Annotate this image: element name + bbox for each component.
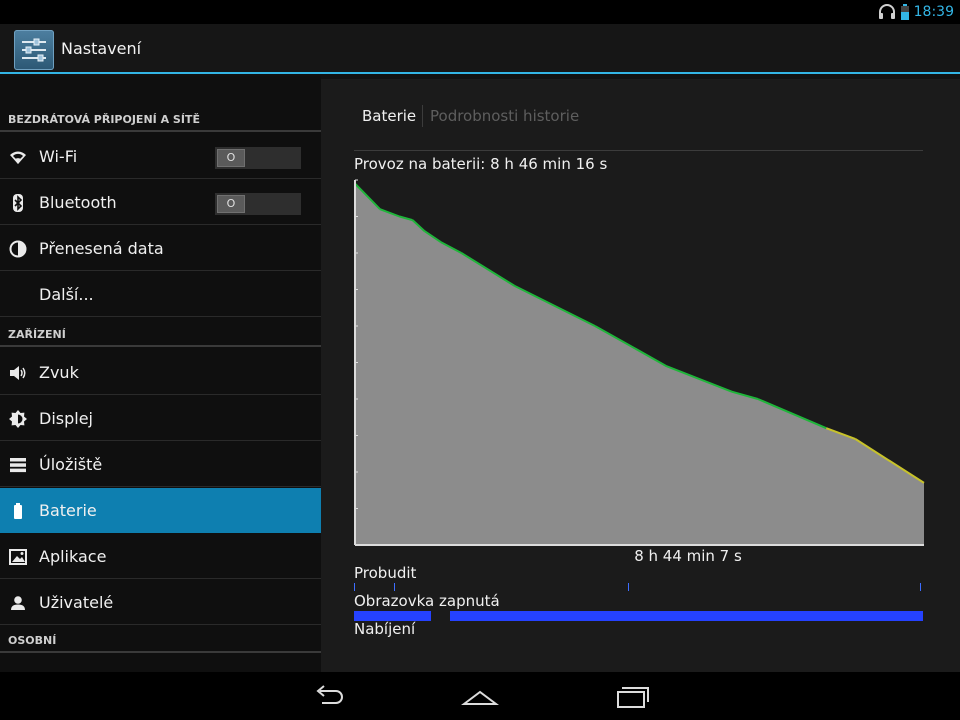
toggle-knob: O [217, 149, 245, 167]
action-bar: Nastavení [0, 24, 960, 74]
sidebar-item-label: Aplikace [39, 547, 107, 566]
sidebar-item-users[interactable]: Uživatelé [0, 580, 321, 625]
battery-chart [354, 179, 925, 546]
sidebar-item-label: Uživatelé [39, 593, 114, 612]
navigation-bar [0, 672, 960, 720]
sidebar-item-label: Displej [39, 409, 93, 428]
section-header-device: ZAŘÍZENÍ [0, 323, 321, 347]
awake-label: Probudit [354, 564, 417, 582]
home-icon[interactable] [460, 682, 500, 710]
page-title[interactable]: Nastavení [61, 24, 141, 74]
battery-summary: Provoz na baterii: 8 h 46 min 16 s [354, 155, 608, 173]
sidebar-item-label: Přenesená data [39, 239, 164, 258]
charging-label: Nabíjení [354, 620, 416, 638]
settings-sidebar: BEZDRÁTOVÁ PŘIPOJENÍ A SÍTĚ Wi-Fi O Blue… [0, 76, 321, 672]
sidebar-item-label: Zvuk [39, 363, 79, 382]
battery-level-area [355, 183, 924, 545]
speaker-icon [10, 366, 26, 380]
wifi-toggle[interactable]: O [215, 147, 301, 169]
recent-apps-icon[interactable] [612, 682, 652, 710]
screen-on-label: Obrazovka zapnutá [354, 592, 500, 610]
apps-icon [9, 549, 27, 565]
data-usage-icon [9, 240, 27, 258]
sidebar-item-data-usage[interactable]: Přenesená data [0, 226, 321, 271]
awake-tick [627, 583, 629, 591]
awake-tick [919, 583, 921, 591]
sidebar-item-label: Další... [39, 285, 94, 304]
sidebar-item-wifi[interactable]: Wi-Fi O [0, 134, 321, 179]
sidebar-item-next[interactable] [0, 656, 321, 672]
screen-on-lane [354, 611, 923, 621]
sidebar-item-sound[interactable]: Zvuk [0, 350, 321, 395]
chart-duration-label: 8 h 44 min 7 s [634, 547, 742, 565]
battery-icon [900, 4, 909, 20]
storage-icon [10, 458, 26, 473]
user-icon [11, 596, 25, 610]
sidebar-item-label: Úložiště [39, 455, 103, 474]
sidebar-item-apps[interactable]: Aplikace [0, 534, 321, 579]
battery-icon [14, 503, 22, 519]
sidebar-item-bluetooth[interactable]: Bluetooth O [0, 180, 321, 225]
bluetooth-icon [13, 194, 23, 212]
tab-divider [354, 150, 923, 151]
tab-history-details[interactable]: Podrobnosti historie [430, 107, 579, 125]
status-icons: 18:39 [878, 2, 954, 22]
bluetooth-toggle[interactable]: O [215, 193, 301, 215]
sidebar-item-more[interactable]: Další... [0, 272, 321, 317]
clock: 18:39 [913, 4, 954, 20]
wifi-icon [10, 151, 26, 164]
awake-tick [354, 583, 355, 591]
status-bar: 18:39 [0, 0, 960, 24]
sidebar-item-label: Wi-Fi [39, 147, 78, 166]
sidebar-item-battery[interactable]: Baterie [0, 488, 321, 533]
tab-separator [422, 105, 423, 127]
headset-icon [878, 4, 895, 19]
sidebar-item-label: Baterie [39, 501, 97, 520]
awake-tick [393, 583, 395, 591]
awake-lane [354, 583, 923, 591]
toggle-knob: O [217, 195, 245, 213]
tab-battery[interactable]: Baterie [362, 107, 416, 125]
sidebar-item-label: Bluetooth [39, 193, 117, 212]
section-header-wireless: BEZDRÁTOVÁ PŘIPOJENÍ A SÍTĚ [0, 108, 321, 132]
brightness-icon [9, 410, 27, 428]
sidebar-item-storage[interactable]: Úložiště [0, 442, 321, 487]
screen-on-bar [449, 611, 923, 621]
back-icon[interactable] [308, 682, 348, 710]
sidebar-item-display[interactable]: Displej [0, 396, 321, 441]
section-header-personal: OSOBNÍ [0, 629, 321, 653]
settings-sliders-icon[interactable] [14, 30, 54, 70]
